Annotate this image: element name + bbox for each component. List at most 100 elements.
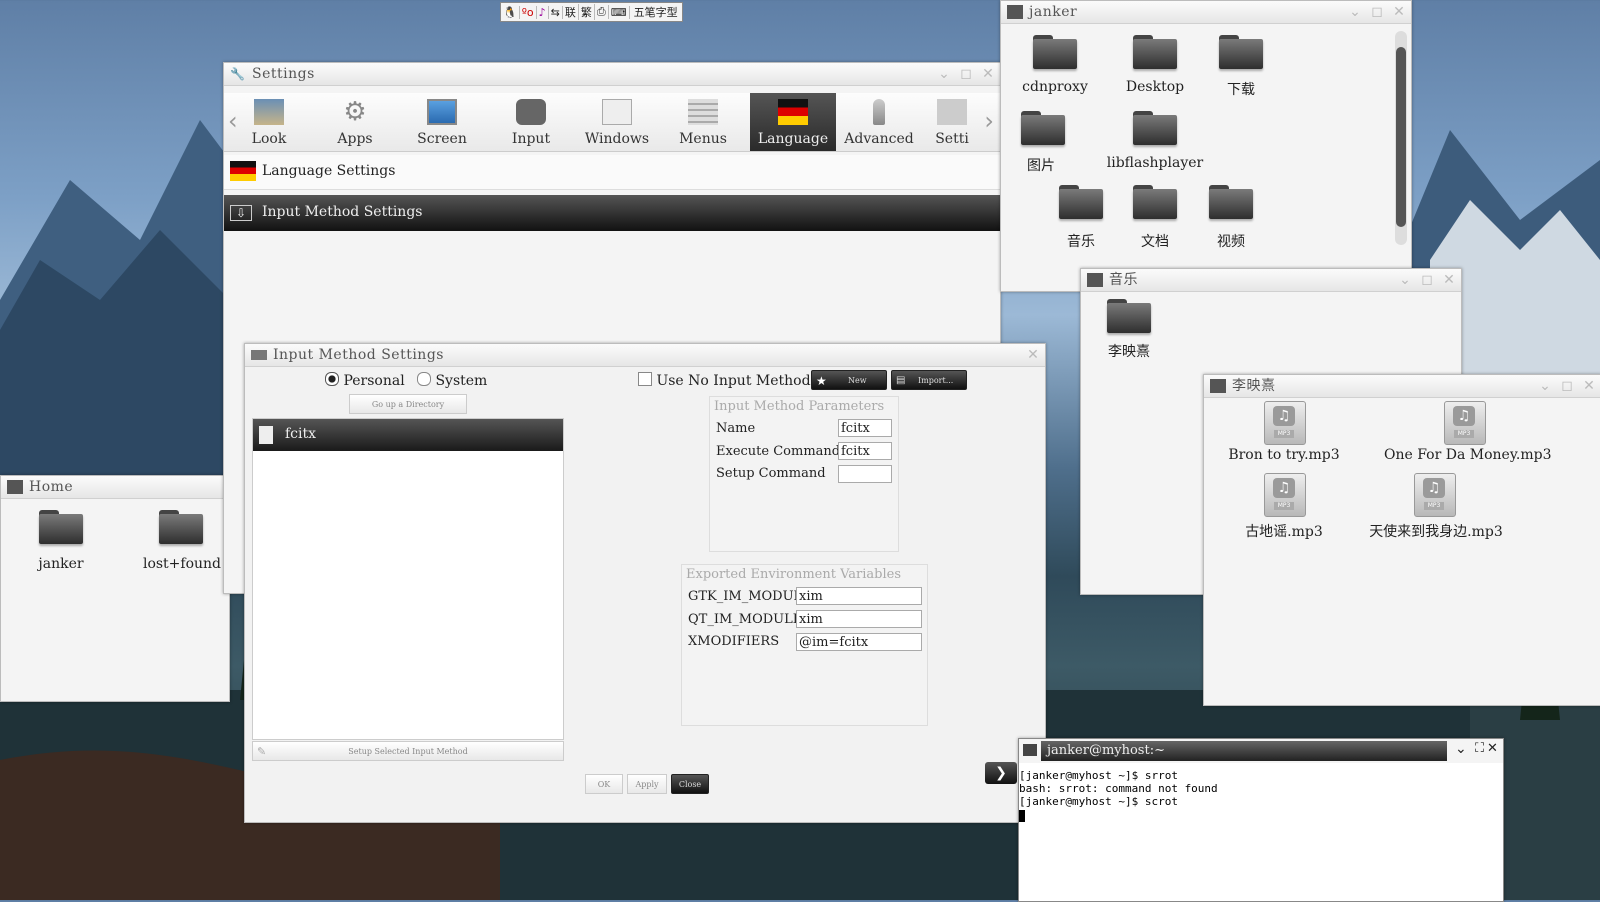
folder-icon[interactable] — [39, 508, 83, 544]
ime-fullwidth-icon[interactable]: ⇆ — [549, 5, 563, 19]
env-xmod-field[interactable]: @im=fcitx — [796, 633, 922, 651]
artist-item-2[interactable]: 古地谣.mp3 — [1214, 521, 1354, 541]
tab-look[interactable]: Look — [244, 93, 294, 151]
folder-icon[interactable] — [1133, 183, 1177, 219]
mp3-file-icon[interactable]: ♫ MP3 — [1414, 473, 1456, 517]
janker-titlebar[interactable]: janker ⌄ ◻ ✕ — [1001, 1, 1411, 24]
janker-item-music[interactable]: 音乐 — [1041, 231, 1121, 251]
terminal-output[interactable]: [janker@myhost ~]$ srrot bash: srrot: co… — [1019, 769, 1218, 822]
param-setup-field[interactable] — [838, 465, 892, 483]
artist-item-1[interactable]: One For Da Money.mp3 — [1384, 447, 1551, 463]
ime-trad-icon[interactable]: 繁 — [579, 4, 595, 20]
scroll-right-icon[interactable]: › — [984, 107, 994, 135]
close-icon[interactable]: ✕ — [1441, 272, 1457, 288]
close-icon[interactable]: ✕ — [1391, 4, 1407, 20]
janker-item-downloads[interactable]: 下载 — [1191, 79, 1291, 99]
im-list[interactable]: fcitx — [252, 418, 564, 740]
tab-screen[interactable]: Screen — [414, 93, 470, 151]
folder-icon[interactable] — [159, 508, 203, 544]
new-button[interactable]: ★ New — [811, 370, 887, 390]
ime-penguin-icon[interactable]: 🐧 — [501, 5, 520, 19]
maximize-icon[interactable]: ◻ — [958, 66, 974, 82]
close-icon[interactable]: ✕ — [980, 66, 996, 82]
janker-item-libflashplayer[interactable]: libflashplayer — [1095, 155, 1215, 171]
mp3-file-icon[interactable]: ♫ MP3 — [1264, 401, 1306, 445]
env-gtk-field[interactable]: xim — [796, 587, 922, 605]
tab-menus[interactable]: Menus — [678, 93, 728, 151]
maximize-icon[interactable]: ⛶ — [1475, 741, 1484, 756]
home-titlebar[interactable]: Home — [1, 476, 229, 499]
mp3-file-icon[interactable]: ♫ MP3 — [1264, 473, 1306, 517]
artist-item-0[interactable]: Bron to try.mp3 — [1214, 447, 1354, 463]
radio-personal[interactable]: Personal — [325, 372, 405, 389]
ime-punct-icon[interactable]: ♪ — [537, 5, 549, 19]
minimize-icon[interactable]: ⌄ — [1347, 4, 1363, 20]
janker-item-videos[interactable]: 视频 — [1191, 231, 1271, 251]
tab-input[interactable]: Input — [506, 93, 556, 151]
close-icon[interactable]: ✕ — [1581, 378, 1597, 394]
input-method-settings-row[interactable]: ⇩ Input Method Settings — [224, 195, 1000, 231]
janker-item-desktop[interactable]: Desktop — [1105, 79, 1205, 95]
tab-windows[interactable]: Windows — [584, 93, 650, 151]
folder-icon[interactable] — [1033, 33, 1077, 69]
param-exec-field[interactable]: fcitx — [838, 442, 892, 460]
scrollbar-thumb[interactable] — [1396, 47, 1406, 227]
use-no-im-checkbox[interactable]: Use No Input Method — [638, 372, 811, 389]
terminal-title-bar: janker@myhost:~ — [1041, 741, 1447, 761]
tab-advanced[interactable]: Advanced — [844, 93, 914, 151]
list-item[interactable]: fcitx — [253, 419, 563, 451]
ime-status-icon[interactable]: ºo — [520, 5, 537, 19]
janker-item-documents[interactable]: 文档 — [1115, 231, 1195, 251]
folder-icon[interactable] — [1133, 33, 1177, 69]
terminal-launcher-button[interactable]: ❯ — [985, 762, 1017, 784]
ok-button[interactable]: OK — [585, 774, 623, 794]
janker-item-cdnproxy[interactable]: cdnproxy — [1005, 79, 1105, 95]
maximize-icon[interactable]: ◻ — [1559, 378, 1575, 394]
home-item-lost-found[interactable]: lost+found — [137, 556, 227, 572]
scrollbar[interactable] — [1395, 31, 1407, 245]
im-titlebar[interactable]: Input Method Settings ✕ — [245, 344, 1045, 367]
close-button[interactable]: Close — [671, 774, 709, 794]
env-qt-field[interactable]: xim — [796, 610, 922, 628]
ime-mode-label[interactable]: 五笔字型 — [630, 4, 682, 20]
settings-titlebar[interactable]: 🔧 Settings ⌄ ◻ ✕ — [224, 63, 1000, 86]
rocket-icon — [873, 99, 885, 125]
folder-icon[interactable] — [1021, 109, 1065, 145]
maximize-icon[interactable]: ◻ — [1369, 4, 1385, 20]
tab-apps[interactable]: ⚙ Apps — [328, 93, 382, 151]
mp3-file-icon[interactable]: ♫ MP3 — [1444, 401, 1486, 445]
close-icon[interactable]: ✕ — [1487, 741, 1498, 756]
ime-assoc-icon[interactable]: 联 — [563, 4, 579, 20]
maximize-icon[interactable]: ◻ — [1419, 272, 1435, 288]
folder-icon[interactable] — [1219, 33, 1263, 69]
radio-system[interactable]: System — [417, 372, 487, 389]
folder-icon[interactable] — [1133, 109, 1177, 145]
artist-item-3[interactable]: 天使来到我身边.mp3 — [1354, 521, 1518, 541]
chevron-down-icon[interactable]: ⌄ — [1455, 741, 1467, 757]
ime-keyboard-icon[interactable]: ⌨ — [609, 5, 630, 19]
music-item-artist[interactable]: 李映熹 — [1089, 341, 1169, 361]
minimize-icon[interactable]: ⌄ — [936, 66, 952, 82]
folder-icon — [1210, 379, 1226, 393]
ime-lock-icon[interactable]: ⎙ — [595, 5, 609, 19]
folder-icon[interactable] — [1059, 183, 1103, 219]
close-icon[interactable]: ✕ — [1025, 347, 1041, 363]
import-button[interactable]: ▤ Import... — [891, 370, 967, 390]
artist-titlebar[interactable]: 李映熹 ⌄ ◻ ✕ — [1204, 375, 1600, 398]
janker-item-pictures[interactable]: 图片 — [1001, 155, 1081, 175]
music-titlebar[interactable]: 音乐 ⌄ ◻ ✕ — [1081, 269, 1461, 292]
look-icon — [254, 99, 284, 125]
apply-button[interactable]: Apply — [627, 774, 667, 794]
scroll-left-icon[interactable]: ‹ — [228, 107, 238, 135]
minimize-icon[interactable]: ⌄ — [1397, 272, 1413, 288]
tab-language[interactable]: Language — [750, 93, 836, 151]
param-name-field[interactable]: fcitx — [838, 419, 892, 437]
minimize-icon[interactable]: ⌄ — [1537, 378, 1553, 394]
setup-selected-button[interactable]: ✎ Setup Selected Input Method — [252, 741, 564, 761]
terminal-titlebar[interactable]: janker@myhost:~ ⌄ ⛶ ✕ — [1019, 739, 1503, 763]
folder-icon[interactable] — [1209, 183, 1253, 219]
folder-icon[interactable] — [1107, 297, 1151, 333]
go-up-button[interactable]: Go up a Directory — [349, 394, 467, 414]
home-item-janker[interactable]: janker — [21, 556, 101, 572]
tab-settings[interactable]: Setti — [930, 93, 974, 151]
